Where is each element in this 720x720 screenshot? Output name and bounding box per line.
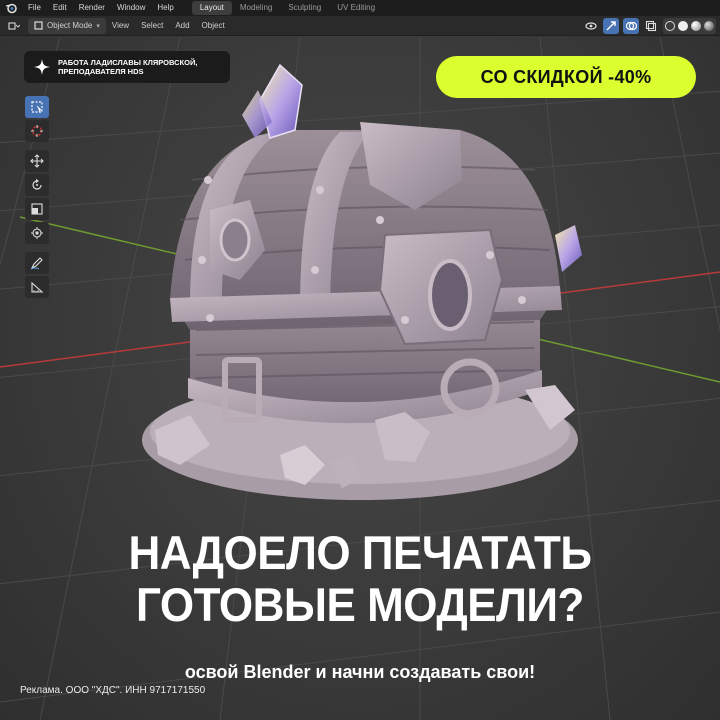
menu-help[interactable]: Help xyxy=(151,0,179,16)
credit-line-2: ПРЕПОДАВАТЕЛЯ HDS xyxy=(58,67,144,76)
ad-canvas: File Edit Render Window Help Layout Mode… xyxy=(0,0,720,720)
select-box-icon[interactable] xyxy=(25,96,49,118)
headline-line-2: ГОТОВЫЕ МОДЕЛИ? xyxy=(136,578,584,632)
mode-label: Object Mode xyxy=(47,21,93,30)
rendered-shading-icon[interactable] xyxy=(704,21,714,31)
author-credit-badge: РАБОТА ЛАДИСЛАВЫ КЛЯРОВСКОЙ, ПРЕПОДАВАТЕ… xyxy=(24,51,230,83)
rotate-icon[interactable] xyxy=(25,174,49,196)
tab-layout[interactable]: Layout xyxy=(191,1,232,15)
chevron-down-icon: ▾ xyxy=(96,22,100,30)
menu-object[interactable]: Object xyxy=(196,21,231,30)
sparkle-icon xyxy=(34,59,50,75)
object-mode-icon xyxy=(34,21,43,30)
cursor-icon[interactable] xyxy=(25,120,49,142)
headline-line-1: НАДОЕЛО ПЕЧАТАТЬ xyxy=(128,527,592,580)
menu-view[interactable]: View xyxy=(106,21,135,30)
material-shading-icon[interactable] xyxy=(691,21,701,31)
tab-sculpting[interactable]: Sculpting xyxy=(280,1,329,15)
xray-icon[interactable] xyxy=(643,18,659,34)
mode-dropdown[interactable]: Object Mode ▾ xyxy=(28,17,106,34)
author-credit-text: РАБОТА ЛАДИСЛАВЫ КЛЯРОВСКОЙ, ПРЕПОДАВАТЕ… xyxy=(58,58,197,76)
solid-shading-icon[interactable] xyxy=(678,21,688,31)
menu-add[interactable]: Add xyxy=(169,21,195,30)
move-icon[interactable] xyxy=(25,150,49,172)
menu-edit[interactable]: Edit xyxy=(47,0,73,16)
viewport-overlay-tools xyxy=(583,18,716,34)
menu-render[interactable]: Render xyxy=(73,0,111,16)
workspace-tabs: Layout Modeling Sculpting UV Editing xyxy=(191,0,383,16)
discount-badge[interactable]: СО СКИДКОЙ -40% xyxy=(436,56,696,98)
transform-icon[interactable] xyxy=(25,222,49,244)
menu-bar: File Edit Render Window Help Layout Mode… xyxy=(0,0,720,16)
gizmo-icon[interactable] xyxy=(603,18,619,34)
visibility-icon[interactable] xyxy=(583,18,599,34)
annotate-icon[interactable] xyxy=(25,252,49,274)
shading-modes xyxy=(663,18,716,34)
headline: НАДОЕЛО ПЕЧАТАТЬ ГОТОВЫЕ МОДЕЛИ? xyxy=(0,528,720,632)
credit-line-1: РАБОТА ЛАДИСЛАВЫ КЛЯРОВСКОЙ, xyxy=(58,58,198,67)
measure-icon[interactable] xyxy=(25,276,49,298)
ad-disclaimer: Реклама. ООО "ХДС". ИНН 9717171550 xyxy=(20,685,206,696)
tab-uv-editing[interactable]: UV Editing xyxy=(329,1,383,15)
editor-type-button[interactable] xyxy=(4,18,24,34)
tab-modeling[interactable]: Modeling xyxy=(232,1,280,15)
viewport-header: Object Mode ▾ View Select Add Object xyxy=(0,16,720,36)
editor-type-icon xyxy=(8,21,20,30)
overlays-icon[interactable] xyxy=(623,18,639,34)
treasure-chest-illustration[interactable] xyxy=(130,60,590,520)
menu-window[interactable]: Window xyxy=(111,0,151,16)
subheadline: освой Blender и начни создавать свои! xyxy=(184,662,536,682)
wireframe-shading-icon[interactable] xyxy=(665,21,675,31)
scale-icon[interactable] xyxy=(25,198,49,220)
menu-file[interactable]: File xyxy=(22,0,47,16)
menu-select[interactable]: Select xyxy=(135,21,169,30)
tool-shelf xyxy=(25,96,49,298)
blender-logo-icon[interactable] xyxy=(4,1,18,15)
